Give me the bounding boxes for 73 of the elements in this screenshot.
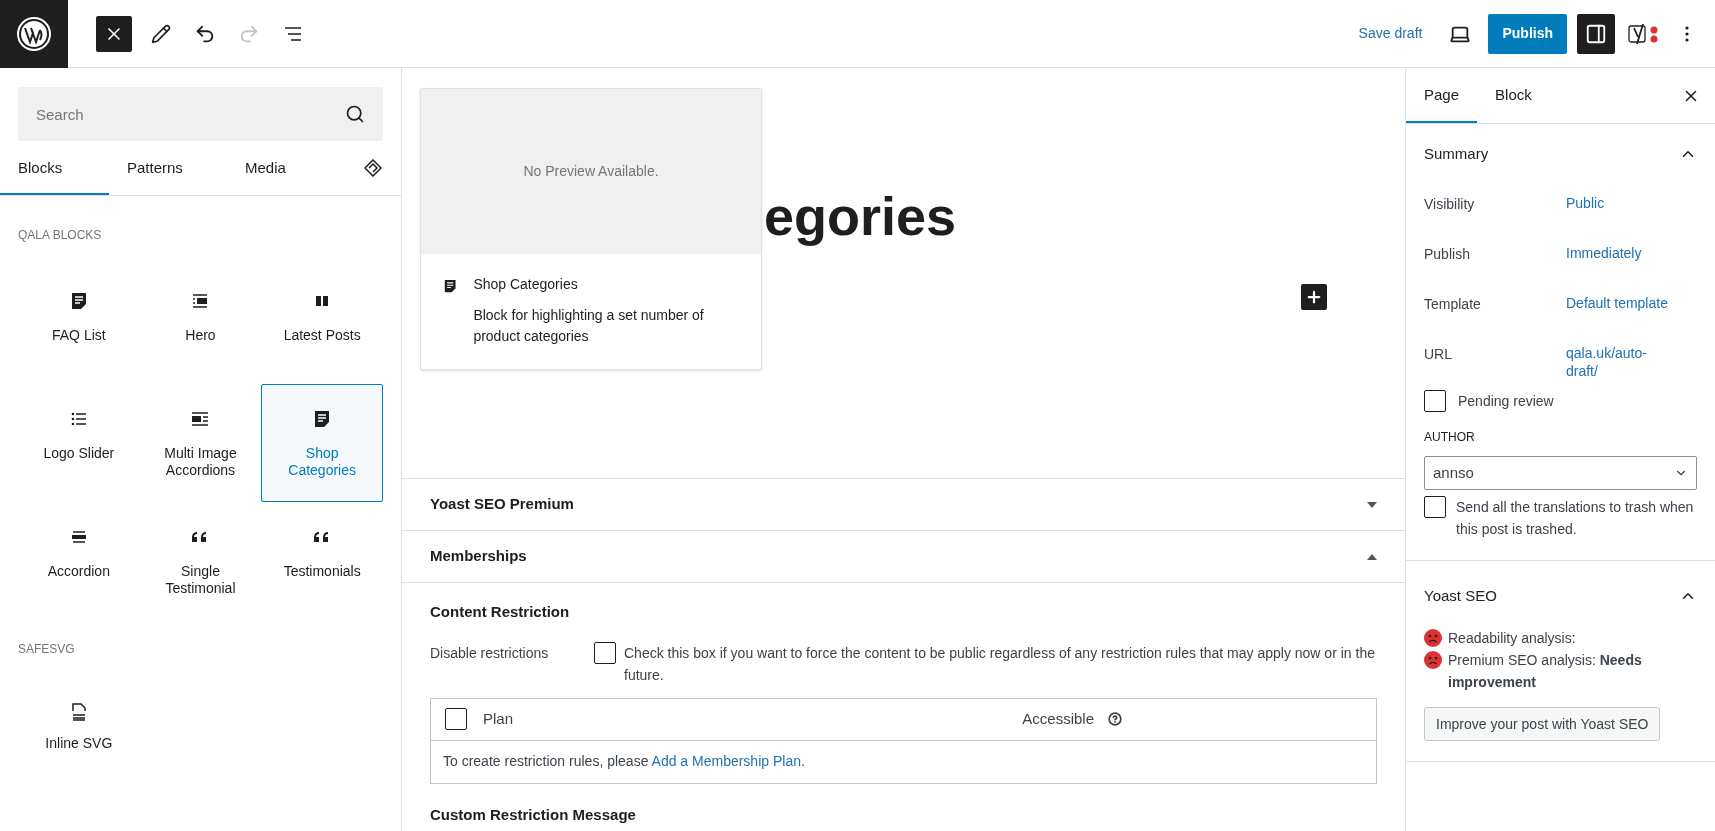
block-item[interactable]: Latest Posts [261,266,383,384]
page-title[interactable]: egories [764,186,957,246]
pencil-icon [151,23,171,44]
no-preview-text: No Preview Available. [523,162,659,181]
section-heading: Content Restriction [430,602,571,622]
field-label: Disable restrictions [430,643,550,663]
publish-button[interactable]: Publish [1488,13,1567,54]
meta-box-header[interactable]: Memberships [402,531,1405,583]
section-heading: Custom Restriction Message [430,804,637,825]
plus-icon [1305,288,1323,306]
yoast-panel-toggle[interactable]: Yoast SEO [1424,565,1697,627]
sidebar-icon [1585,22,1607,45]
select-all-checkbox[interactable] [445,708,467,730]
summary-label: Template [1424,295,1482,314]
search-icon [345,104,365,124]
disable-restrictions-checkbox[interactable] [594,641,616,664]
sidebar-tab[interactable]: Page [1406,68,1478,123]
triangle-down-icon [1367,501,1377,508]
category-heading: SAFESVG [18,641,76,658]
inserter-tab[interactable]: Media [227,141,345,195]
block-item[interactable]: Logo Slider [18,384,140,502]
list-view-icon [285,26,301,41]
summary-value-link[interactable]: Immediately [1566,244,1642,262]
settings-button[interactable] [1577,13,1615,54]
sad-face-icon [1424,629,1442,647]
block-item[interactable]: Multi Image Accordions [139,384,262,502]
analysis-result: Readability analysis: [1448,629,1576,648]
add-block-button[interactable] [1301,284,1327,310]
meta-box-header[interactable]: Yoast SEO Premium [402,479,1405,531]
inserter-tab[interactable]: Patterns [109,141,227,195]
diamond-icon [364,159,382,177]
improve-post-button[interactable]: Improve your post with Yoast SEO [1424,707,1661,741]
column-header: Accessible [1022,708,1094,729]
summary-value-link[interactable]: Public [1566,194,1605,212]
author-select[interactable]: annso [1424,456,1697,490]
pending-review-checkbox[interactable] [1424,390,1446,412]
checkbox-label: Send all the translations to trash when this post is trashed. [1456,498,1695,539]
save-draft-button[interactable]: Save draft [1348,15,1433,52]
triangle-up-icon [1367,553,1377,560]
block-item[interactable]: Single Testimonial [139,502,262,620]
summary-value-link[interactable]: qala.uk/auto-draft/ [1566,344,1674,380]
preview-title: Shop Categories [473,275,579,294]
summary-panel-toggle[interactable]: Summary [1424,128,1697,180]
inserter-tab[interactable]: Blocks [0,141,109,195]
column-header: Plan [483,708,514,729]
wordpress-logo-icon [16,15,52,52]
category-heading: QALA BLOCKS [18,227,103,244]
restriction-help-text: Check this box if you want to force the content to be public regardless of any restriction rules that may apply now or in the future. [624,643,1376,685]
trash-translations-checkbox[interactable] [1424,496,1446,518]
author-label: AUTHOR [1424,429,1476,446]
svg-file-icon [71,703,86,721]
summary-label: URL [1424,345,1453,364]
preview-description: Block for highlighting a set number of product categories [473,306,705,346]
checkbox-label: Pending review [1458,391,1554,411]
more-options-icon [1685,25,1689,42]
summary-value-link[interactable]: Default template [1566,294,1668,312]
add-membership-plan-link[interactable]: Add a Membership Plan [651,753,801,769]
summary-label: Visibility [1424,195,1476,214]
block-item[interactable]: Shop Categories [261,384,383,502]
analysis-result: Premium SEO analysis: Needs improvement [1448,651,1643,692]
sidebar-tab[interactable]: Block [1477,68,1550,123]
search-field[interactable]: Search [18,87,383,141]
block-item[interactable]: Testimonials [261,502,383,620]
block-item[interactable]: Accordion [18,502,140,620]
empty-table-message: To create restriction rules, please Add a Membership Plan. [443,752,805,771]
block-item[interactable]: FAQ List [18,266,140,384]
block-item[interactable]: Inline SVG [18,680,140,798]
help-icon [1108,712,1122,726]
close-inserter-button[interactable] [96,15,132,52]
block-item[interactable]: Hero [139,266,262,384]
summary-label: Publish [1424,245,1471,264]
sad-face-icon [1424,651,1442,669]
wordpress-logo[interactable] [0,0,68,68]
